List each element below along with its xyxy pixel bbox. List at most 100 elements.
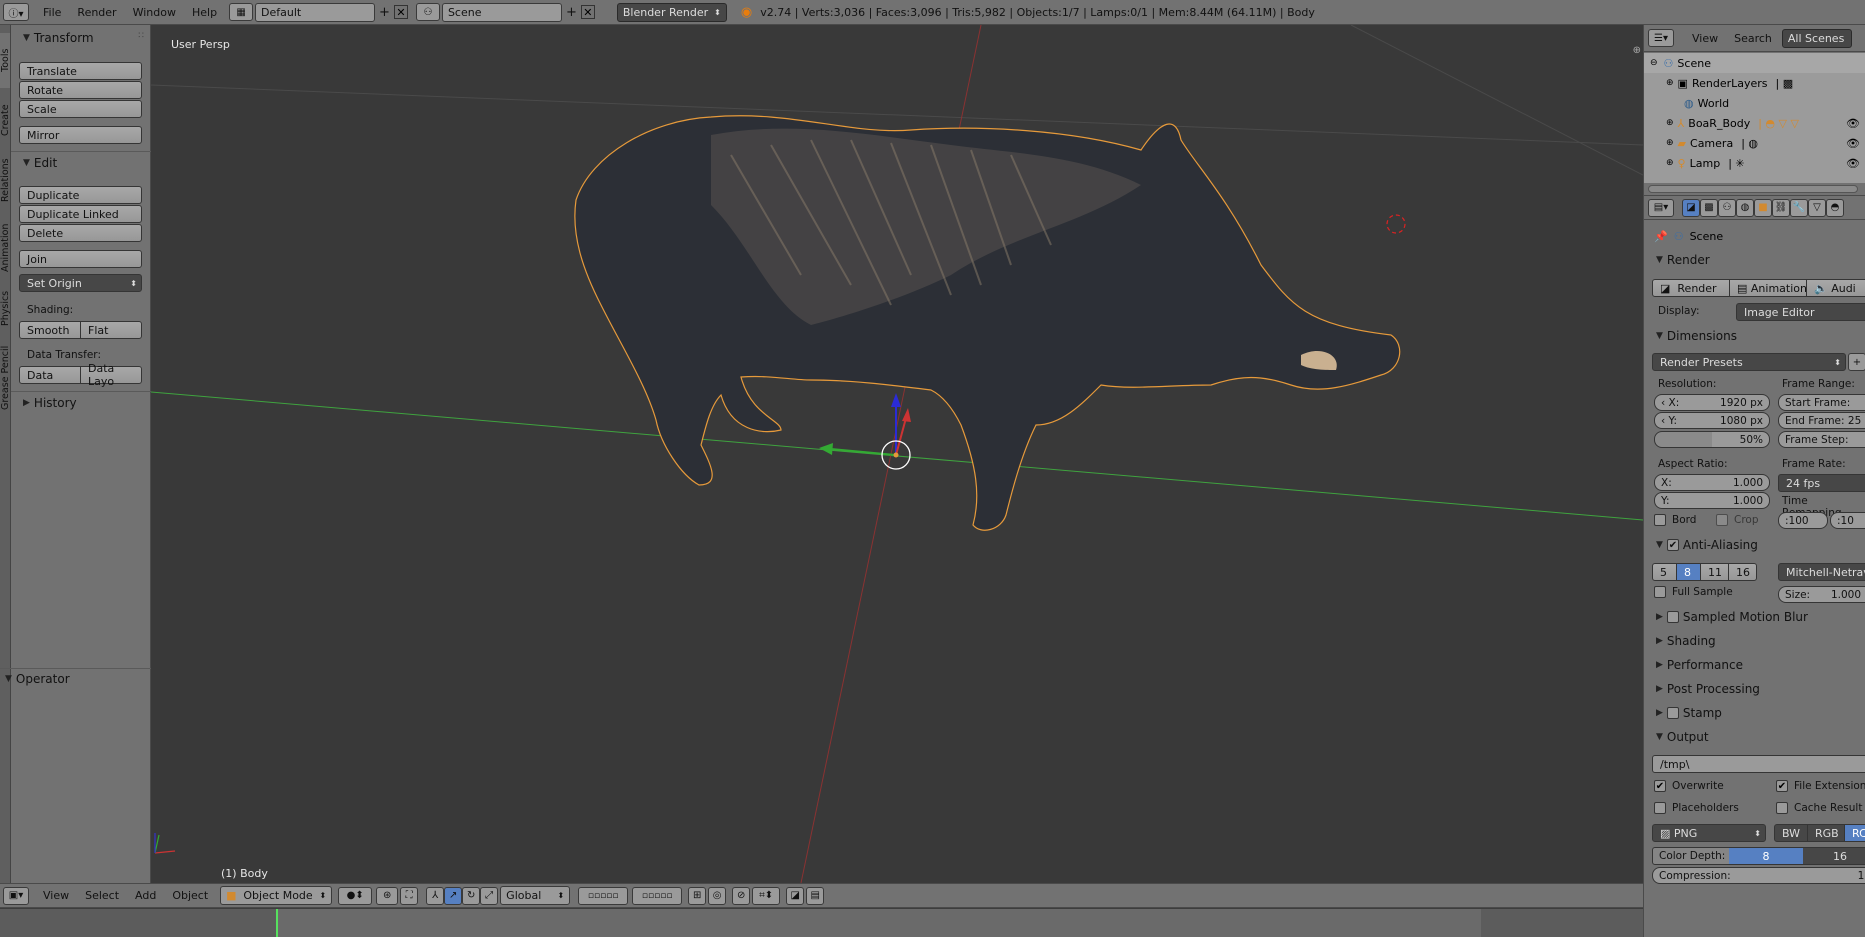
scene-select[interactable]: Scene	[441, 2, 562, 22]
constraints-tab-icon[interactable]: ⛓	[1772, 198, 1790, 217]
history-panel-header[interactable]: ▶ History	[23, 396, 77, 410]
editor-type-icon[interactable]: ▣▾	[3, 886, 29, 905]
transform-panel-header[interactable]: ▼ Transform	[23, 31, 94, 45]
crop-checkbox[interactable]	[1716, 514, 1728, 526]
tab-physics[interactable]: Physics	[0, 283, 11, 333]
proportional-edit-icon[interactable]: ◎	[708, 886, 727, 905]
aspect-y-field[interactable]: Y: 1.000	[1654, 492, 1770, 509]
resolution-y-field[interactable]: ‹ Y: 1080 px	[1654, 412, 1770, 429]
compression-field[interactable]: Compression: 15	[1652, 867, 1865, 884]
visibility-eye-icon[interactable]: 👁	[1846, 117, 1860, 130]
placeholders-checkbox[interactable]	[1654, 802, 1666, 814]
mirror-button[interactable]: Mirror	[19, 126, 142, 144]
menu-add[interactable]: Add	[127, 889, 164, 902]
dimensions-panel-header[interactable]: ▼ Dimensions	[1656, 329, 1737, 343]
crop-checkbox-row[interactable]: Crop	[1716, 514, 1759, 526]
layers-grid-icon[interactable]: ▫▫▫▫▫	[578, 886, 629, 905]
timeline[interactable]	[0, 908, 1643, 937]
render-context-tab-icon[interactable]: ◪	[1682, 198, 1700, 217]
scale-button[interactable]: Scale	[19, 100, 142, 118]
menu-render[interactable]: Render	[69, 6, 124, 19]
remove-screen-icon[interactable]: ✕	[393, 5, 408, 19]
rotate-manipulator-icon[interactable]: ↻	[462, 886, 481, 905]
motion-blur-checkbox[interactable]	[1666, 611, 1679, 623]
tree-row-scene[interactable]: ⊖ ⚇ Scene	[1644, 53, 1865, 73]
frame-rate-select[interactable]: 24 fps	[1778, 474, 1865, 492]
menu-window[interactable]: Window	[125, 6, 184, 19]
start-frame-field[interactable]: Start Frame:	[1778, 394, 1865, 411]
set-origin-dropdown[interactable]: Set Origin ⬍	[19, 274, 142, 292]
drag-handle-icon[interactable]: ∷	[138, 31, 144, 41]
mode-select[interactable]: ■ Object Mode ⬍	[220, 886, 333, 905]
stamp-panel-header[interactable]: ▶ Stamp	[1656, 706, 1722, 720]
world-tab-icon[interactable]: ◍	[1736, 198, 1754, 217]
data-button[interactable]: Data	[19, 366, 81, 384]
full-sample-row[interactable]: Full Sample	[1654, 586, 1733, 598]
anti-aliasing-panel-header[interactable]: ▼ ✔ Anti-Aliasing	[1656, 538, 1758, 552]
expand-icon[interactable]: ⊕	[1666, 158, 1674, 168]
duplicate-linked-button[interactable]: Duplicate Linked	[19, 205, 142, 223]
tab-animation[interactable]: Animation	[0, 215, 11, 280]
cache-result-checkbox[interactable]	[1776, 802, 1788, 814]
object-tab-icon[interactable]: ■	[1754, 198, 1772, 217]
color-rgb-button[interactable]: RGB	[1807, 824, 1845, 842]
snap-toggle-icon[interactable]: ⊘	[732, 886, 751, 905]
visibility-eye-icon[interactable]: 👁	[1846, 157, 1860, 170]
flat-button[interactable]: Flat	[80, 321, 142, 339]
output-path-field[interactable]: /tmp\	[1652, 755, 1865, 773]
border-checkbox[interactable]	[1654, 514, 1666, 526]
expand-icon[interactable]: ⊕	[1666, 138, 1674, 148]
color-depth-16-button[interactable]: 16	[1803, 848, 1865, 864]
aa-samples-5[interactable]: 5	[1652, 563, 1677, 581]
delete-button[interactable]: Delete	[19, 224, 142, 242]
tab-grease-pencil[interactable]: Grease Pencil	[0, 337, 11, 419]
placeholders-row[interactable]: Placeholders	[1654, 802, 1739, 814]
snap-element-icon[interactable]: ⌗⬍	[752, 886, 781, 905]
stamp-checkbox[interactable]	[1666, 707, 1679, 719]
aa-samples-8[interactable]: 8	[1676, 563, 1701, 581]
tree-row-lamp[interactable]: ⊕ ♀ Lamp | ✳ 👁	[1644, 153, 1865, 173]
render-preview-icon[interactable]: ◪	[786, 886, 805, 905]
editor-type-icon[interactable]: ⓘ▾	[3, 3, 29, 21]
scene-tab-icon[interactable]: ⚇	[1718, 198, 1736, 217]
tab-create[interactable]: Create	[0, 95, 11, 145]
aa-filter-select[interactable]: Mitchell-Netrava	[1778, 563, 1865, 581]
cache-result-row[interactable]: Cache Result	[1776, 802, 1862, 814]
filter-size-field[interactable]: Size: 1.000 p	[1778, 586, 1865, 603]
add-scene-icon[interactable]: +	[566, 5, 577, 20]
end-frame-field[interactable]: End Frame: 25	[1778, 412, 1865, 429]
viewport-3d[interactable]: User Persp (1) Body ⊕	[151, 25, 1643, 883]
display-select[interactable]: Image Editor⬍	[1736, 303, 1865, 321]
pin-icon[interactable]: 📌	[1654, 230, 1668, 243]
output-panel-header[interactable]: ▼ Output	[1656, 730, 1709, 744]
orientation-select[interactable]: Global ⬍	[500, 886, 571, 905]
render-button[interactable]: ◪ Render	[1652, 279, 1730, 297]
sampled-motion-blur-header[interactable]: ▶ Sampled Motion Blur	[1656, 610, 1808, 624]
remap-new-field[interactable]: :10	[1830, 512, 1865, 529]
overwrite-row[interactable]: ✔ Overwrite	[1654, 780, 1724, 792]
data-layout-button[interactable]: Data Layo	[80, 362, 142, 388]
aa-samples-16[interactable]: 16	[1728, 563, 1757, 581]
layer-lock-icon[interactable]: ⊞	[688, 886, 707, 905]
collapse-icon[interactable]: ⊖	[1650, 58, 1658, 68]
outliner-scrollbar[interactable]	[1648, 185, 1858, 193]
file-extensions-checkbox[interactable]: ✔	[1776, 780, 1788, 792]
join-button[interactable]: Join	[19, 250, 142, 268]
add-preset-icon[interactable]: +	[1848, 353, 1865, 371]
manipulator-toggle-icon[interactable]: ⅄	[426, 886, 445, 905]
translate-manipulator-icon[interactable]: ↗	[444, 886, 463, 905]
data-tab-icon[interactable]: ▽	[1808, 198, 1826, 217]
aspect-x-field[interactable]: X: 1.000	[1654, 474, 1770, 491]
layers-grid-icon-2[interactable]: ▫▫▫▫▫	[632, 886, 683, 905]
menu-object[interactable]: Object	[164, 889, 216, 902]
tree-row-world[interactable]: ◍ World	[1644, 93, 1865, 113]
edit-panel-header[interactable]: ▼ Edit	[23, 156, 57, 170]
scale-manipulator-icon[interactable]: ⤢	[480, 886, 499, 905]
file-extensions-row[interactable]: ✔ File Extension	[1776, 780, 1865, 792]
overwrite-checkbox[interactable]: ✔	[1654, 780, 1666, 792]
menu-file[interactable]: File	[35, 6, 69, 19]
duplicate-button[interactable]: Duplicate	[19, 186, 142, 204]
outliner-view-menu[interactable]: View	[1684, 32, 1726, 45]
resolution-x-field[interactable]: ‹ X: 1920 px	[1654, 394, 1770, 411]
rotate-button[interactable]: Rotate	[19, 81, 142, 99]
